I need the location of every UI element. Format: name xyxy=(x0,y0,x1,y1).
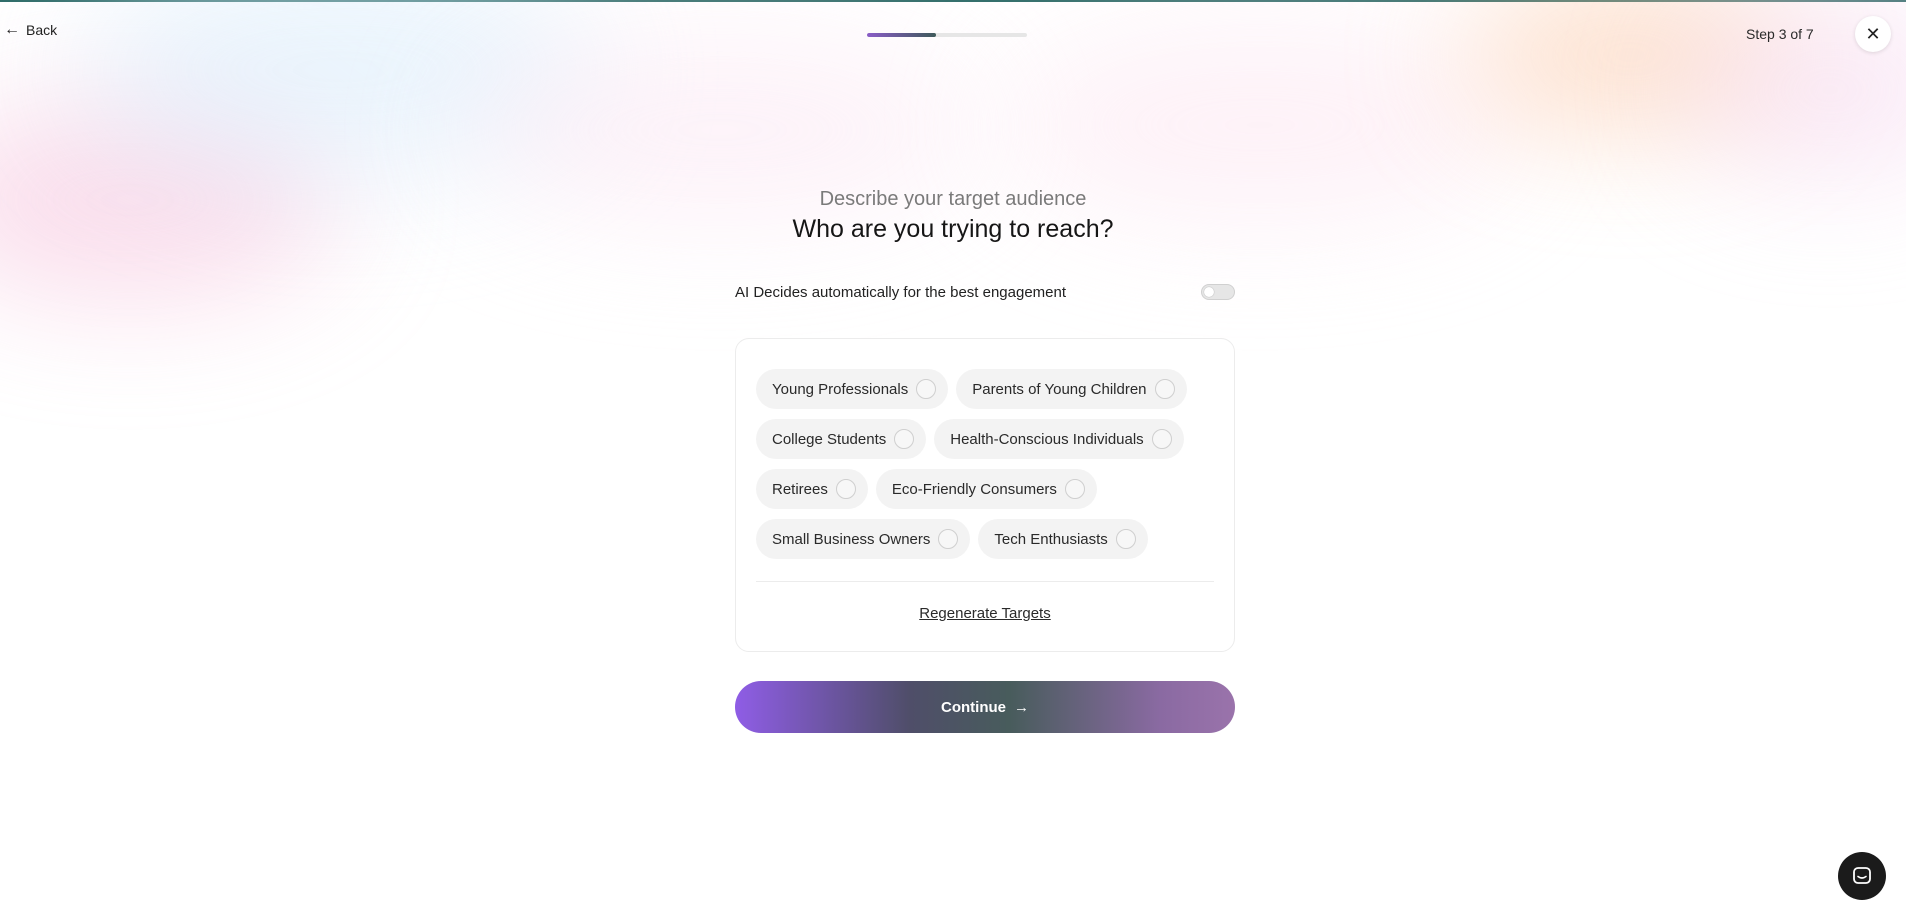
radio-circle-icon xyxy=(916,379,937,399)
audience-chip-label: Retirees xyxy=(772,480,828,498)
audience-chip-label: Tech Enthusiasts xyxy=(994,530,1108,548)
audience-chip[interactable]: Tech Enthusiasts xyxy=(978,519,1148,559)
audience-chip[interactable]: College Students xyxy=(756,419,927,459)
audience-chip-label: Small Business Owners xyxy=(772,530,931,548)
continue-label: Continue xyxy=(941,698,1006,716)
radio-circle-icon xyxy=(1115,529,1136,549)
arrow-left-icon: ← xyxy=(4,21,20,38)
chat-launcher-button[interactable] xyxy=(1838,852,1886,900)
audience-card: Young Professionals Parents of Young Chi… xyxy=(735,338,1235,652)
audience-chip[interactable]: Small Business Owners xyxy=(756,519,971,559)
audience-chip[interactable]: Health-Conscious Individuals xyxy=(934,419,1184,459)
audience-chip[interactable]: Parents of Young Children xyxy=(956,369,1187,409)
radio-circle-icon xyxy=(835,479,856,499)
top-bar: ← Back Step 3 of 7 ✕ xyxy=(0,0,1906,70)
close-button[interactable]: ✕ xyxy=(1855,16,1891,52)
radio-circle-icon xyxy=(1064,479,1085,499)
radio-circle-icon xyxy=(894,429,915,449)
progress-bar xyxy=(867,33,1027,37)
audience-chip[interactable]: Young Professionals xyxy=(756,369,949,409)
radio-circle-icon xyxy=(938,529,959,549)
card-divider xyxy=(756,581,1214,582)
progress-fill xyxy=(867,33,936,37)
audience-chip-label: Parents of Young Children xyxy=(972,380,1147,398)
page-subtitle: Describe your target audience xyxy=(819,188,1087,210)
audience-chip[interactable]: Retirees xyxy=(756,469,868,509)
back-button[interactable]: ← Back xyxy=(4,21,58,39)
regenerate-targets-link[interactable]: Regenerate Targets xyxy=(736,605,1234,622)
ai-decides-toggle[interactable] xyxy=(1201,284,1235,300)
close-icon: ✕ xyxy=(1865,23,1881,44)
continue-button[interactable]: Continue → xyxy=(735,681,1235,733)
radio-circle-icon xyxy=(1154,379,1175,399)
audience-chip[interactable]: Eco-Friendly Consumers xyxy=(875,469,1097,509)
back-label: Back xyxy=(26,22,58,38)
ai-decides-label: AI Decides automatically for the best en… xyxy=(735,283,1067,301)
audience-options: Young Professionals Parents of Young Chi… xyxy=(756,369,1216,559)
step-indicator: Step 3 of 7 xyxy=(1746,26,1814,42)
ai-decides-row: AI Decides automatically for the best en… xyxy=(735,281,1235,303)
arrow-right-icon: → xyxy=(1014,698,1029,716)
toggle-knob xyxy=(1204,287,1214,297)
audience-chip-label: Young Professionals xyxy=(772,380,909,398)
radio-circle-icon xyxy=(1151,429,1172,449)
audience-chip-label: Eco-Friendly Consumers xyxy=(891,480,1057,498)
audience-chip-label: Health-Conscious Individuals xyxy=(950,430,1144,448)
page-title: Who are you trying to reach? xyxy=(792,215,1114,243)
audience-chip-label: College Students xyxy=(772,430,887,448)
chat-icon xyxy=(1853,867,1871,884)
